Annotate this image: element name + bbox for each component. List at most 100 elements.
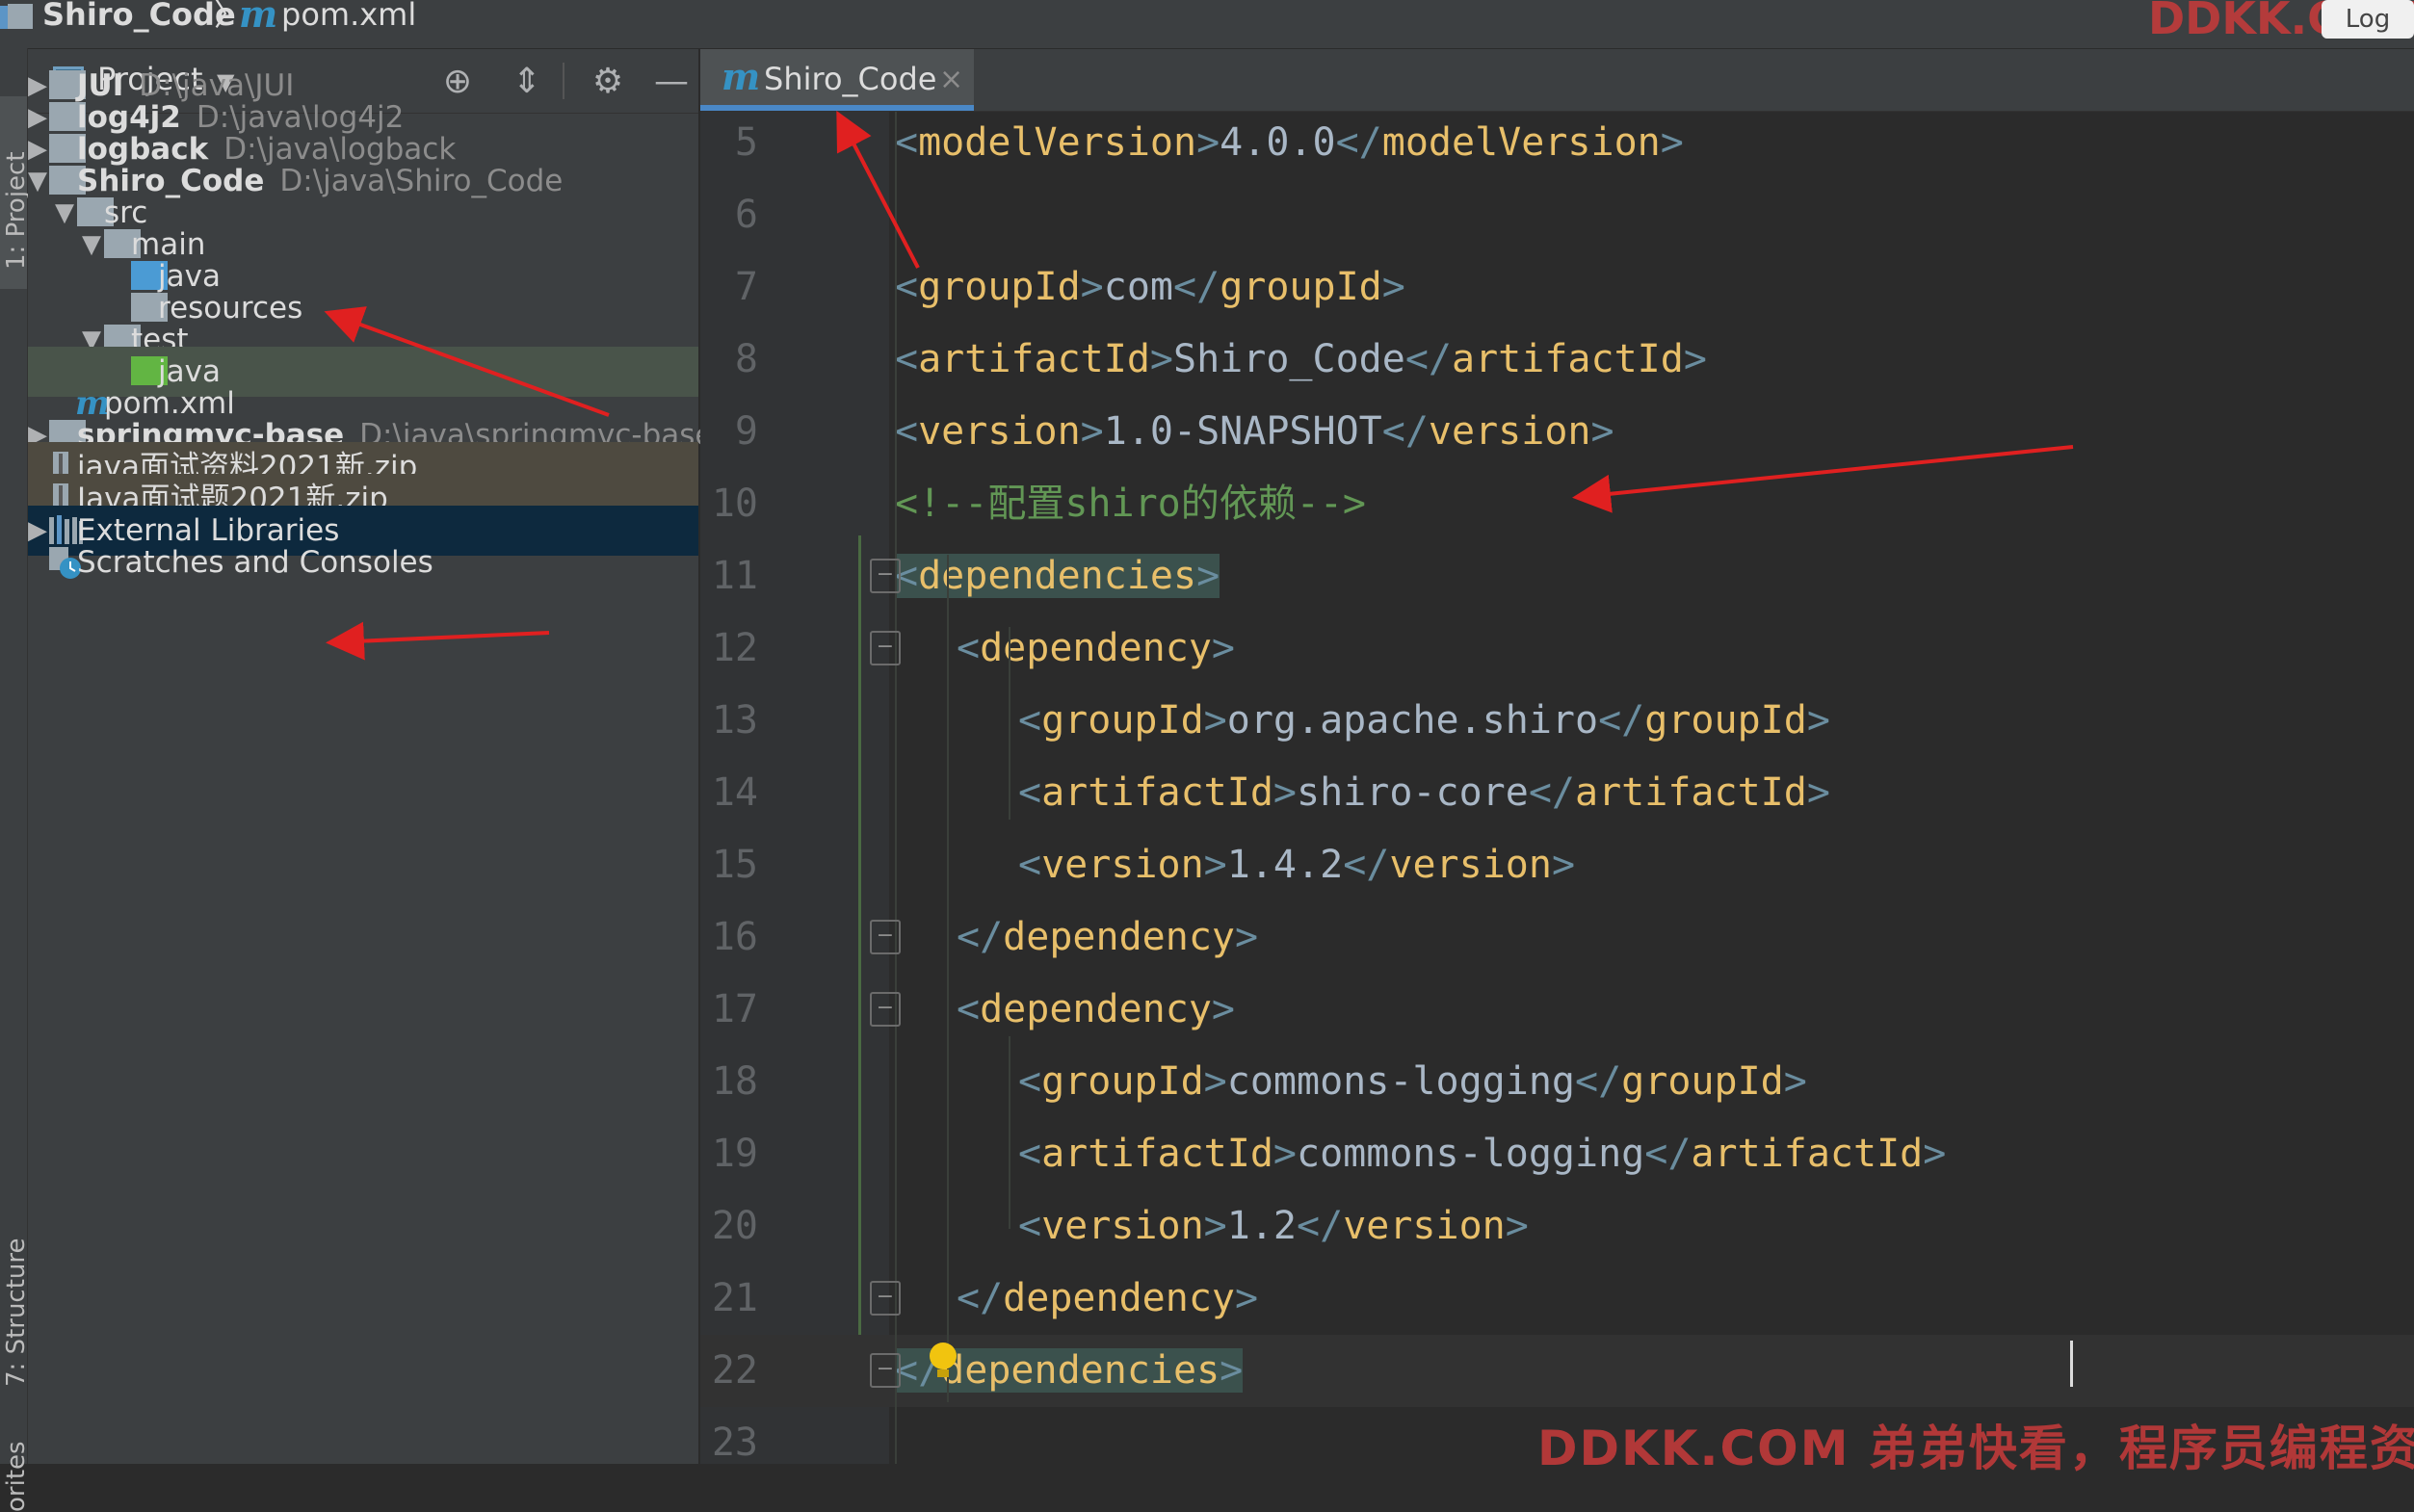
code-line[interactable]: 5 <modelVersion>4.0.0</modelVersion> — [700, 107, 2414, 179]
breadcrumb-project[interactable]: Shiro_Code — [42, 0, 236, 37]
editor-tab-bar: m Shiro_Code × — [700, 49, 2414, 112]
tag-bracket: </ — [1644, 1132, 1692, 1176]
code-line[interactable]: 16 </dependency> — [700, 901, 2414, 974]
fold-marker[interactable]: − — [870, 1281, 901, 1316]
tag-name: groupId — [1644, 698, 1807, 743]
tag-bracket: < — [895, 337, 919, 381]
tag-name: groupId — [1041, 698, 1204, 743]
tag-bracket: < — [957, 626, 981, 670]
tree-item-label: Scratches and Consoles — [77, 545, 433, 580]
indent-guide — [895, 112, 897, 1464]
line-number: 13 — [711, 698, 758, 743]
code-line[interactable]: 8 <artifactId>Shiro_Code</artifactId> — [700, 324, 2414, 396]
tag-bracket: > — [1505, 1204, 1529, 1248]
favorites-tool-tab[interactable]: orites — [0, 1425, 31, 1512]
line-number: 10 — [711, 482, 758, 526]
tag-bracket: < — [895, 265, 919, 309]
tag-name: dependency — [980, 987, 1212, 1031]
project-tool-tab[interactable]: 1: Project — [0, 96, 31, 289]
tag-bracket: </ — [1173, 265, 1220, 309]
fold-marker[interactable]: − — [870, 631, 901, 665]
tag-bracket: > — [1660, 120, 1684, 165]
code-content: <version>1.0-SNAPSHOT</version> — [895, 396, 1614, 468]
tag-name: dependency — [980, 626, 1212, 670]
tag-value: commons-logging — [1297, 1132, 1645, 1176]
text-cursor — [2070, 1341, 2073, 1387]
tag-name: dependency — [1003, 915, 1235, 959]
structure-tool-tab[interactable]: 7: Structure — [0, 1146, 31, 1396]
tag-name: artifactId — [1041, 770, 1273, 815]
indent-guide — [1009, 627, 1010, 820]
tag-bracket: </ — [957, 915, 1004, 959]
tag-bracket: > — [1381, 265, 1405, 309]
code-editor[interactable]: 5 <modelVersion>4.0.0</modelVersion> 6 7 <gr… — [700, 112, 2414, 1465]
code-line[interactable]: 20 <version>1.2</version> — [700, 1190, 2414, 1263]
fold-marker[interactable]: − — [870, 559, 901, 593]
line-number: 14 — [711, 770, 758, 815]
fold-marker[interactable]: − — [870, 992, 901, 1027]
tag-bracket: > — [1196, 554, 1220, 598]
tag-bracket: > — [1235, 1276, 1259, 1320]
code-line[interactable]: 6 — [700, 179, 2414, 251]
tag-bracket: < — [895, 409, 919, 454]
code-content: <artifactId>Shiro_Code</artifactId> — [895, 324, 1707, 396]
code-content: <groupId>org.apache.shiro</groupId> — [1018, 685, 1830, 757]
code-line[interactable]: 22 </dependencies> — [700, 1335, 2414, 1407]
tag-bracket: > — [1211, 987, 1236, 1031]
tag-bracket: > — [1203, 1059, 1227, 1104]
tag-bracket: > — [1551, 843, 1576, 887]
tag-bracket: </ — [1343, 843, 1390, 887]
code-line[interactable]: 13 <groupId>org.apache.shiro</groupId> — [700, 685, 2414, 757]
tag-name: dependencies — [918, 554, 1197, 598]
code-content: <modelVersion>4.0.0</modelVersion> — [895, 107, 1684, 179]
code-line[interactable]: 10 <!--配置shiro的依赖--> — [700, 468, 2414, 540]
code-line[interactable]: 19 <artifactId>commons-logging</artifactI… — [700, 1118, 2414, 1190]
line-number: 21 — [711, 1276, 758, 1320]
code-line[interactable]: 12 <dependency> — [700, 613, 2414, 685]
intention-bulb-icon[interactable] — [930, 1343, 957, 1377]
tag-bracket: </ — [1335, 120, 1382, 165]
tag-name: modelVersion — [1381, 120, 1661, 165]
tag-name: groupId — [918, 265, 1081, 309]
code-line[interactable]: 18 <groupId>commons-logging</groupId> — [700, 1046, 2414, 1118]
breadcrumb-file[interactable]: pom.xml — [281, 0, 416, 37]
code-line[interactable]: 17 <dependency> — [700, 974, 2414, 1046]
code-content: <dependencies> — [895, 540, 1220, 613]
close-icon[interactable]: × — [939, 63, 963, 96]
tag-bracket: < — [1018, 698, 1042, 743]
fold-marker[interactable]: − — [870, 1353, 901, 1388]
tag-value: 4.0.0 — [1220, 120, 1336, 165]
code-content: <dependency> — [957, 974, 1235, 1046]
code-line[interactable]: 14 <artifactId>shiro-core</artifactId> — [700, 757, 2414, 829]
tag-bracket: > — [1273, 770, 1298, 815]
tag-name: artifactId — [918, 337, 1150, 381]
tag-bracket: > — [1683, 337, 1707, 381]
code-line[interactable]: 11 <dependencies> — [700, 540, 2414, 613]
line-number: 23 — [711, 1421, 758, 1465]
fold-marker[interactable]: − — [870, 920, 901, 954]
tag-bracket: > — [1783, 1059, 1807, 1104]
tag-bracket: </ — [1404, 337, 1453, 381]
tag-name: version — [1428, 409, 1591, 454]
structure-tool-tab-label: 7: Structure — [2, 1238, 31, 1387]
line-number: 15 — [711, 843, 758, 887]
editor-tab-pom[interactable]: m Shiro_Code × — [700, 49, 974, 111]
line-number: 12 — [711, 626, 758, 670]
project-folder-icon — [0, 4, 33, 29]
code-line[interactable]: 9 <version>1.0-SNAPSHOT</version> — [700, 396, 2414, 468]
tag-bracket: < — [1018, 1204, 1042, 1248]
tag-bracket: > — [1149, 337, 1174, 381]
tag-value: 1.0-SNAPSHOT — [1103, 409, 1382, 454]
tag-value: 1.2 — [1226, 1204, 1298, 1248]
tag-value: Shiro_Code — [1173, 337, 1405, 381]
tree-item-scratches[interactable]: Scratches and Consoles — [28, 537, 698, 587]
code-line[interactable]: 15 <version>1.4.2</version> — [700, 829, 2414, 901]
tag-name: version — [1041, 1204, 1204, 1248]
tag-bracket: > — [1203, 698, 1227, 743]
code-line[interactable]: 21 </dependency> — [700, 1263, 2414, 1335]
code-line[interactable]: 7 <groupId>com</groupId> — [700, 251, 2414, 324]
tag-value: commons-logging — [1226, 1059, 1575, 1104]
line-number: 8 — [734, 337, 758, 381]
tag-name: artifactId — [1041, 1132, 1273, 1176]
tag-bracket: > — [1235, 915, 1259, 959]
